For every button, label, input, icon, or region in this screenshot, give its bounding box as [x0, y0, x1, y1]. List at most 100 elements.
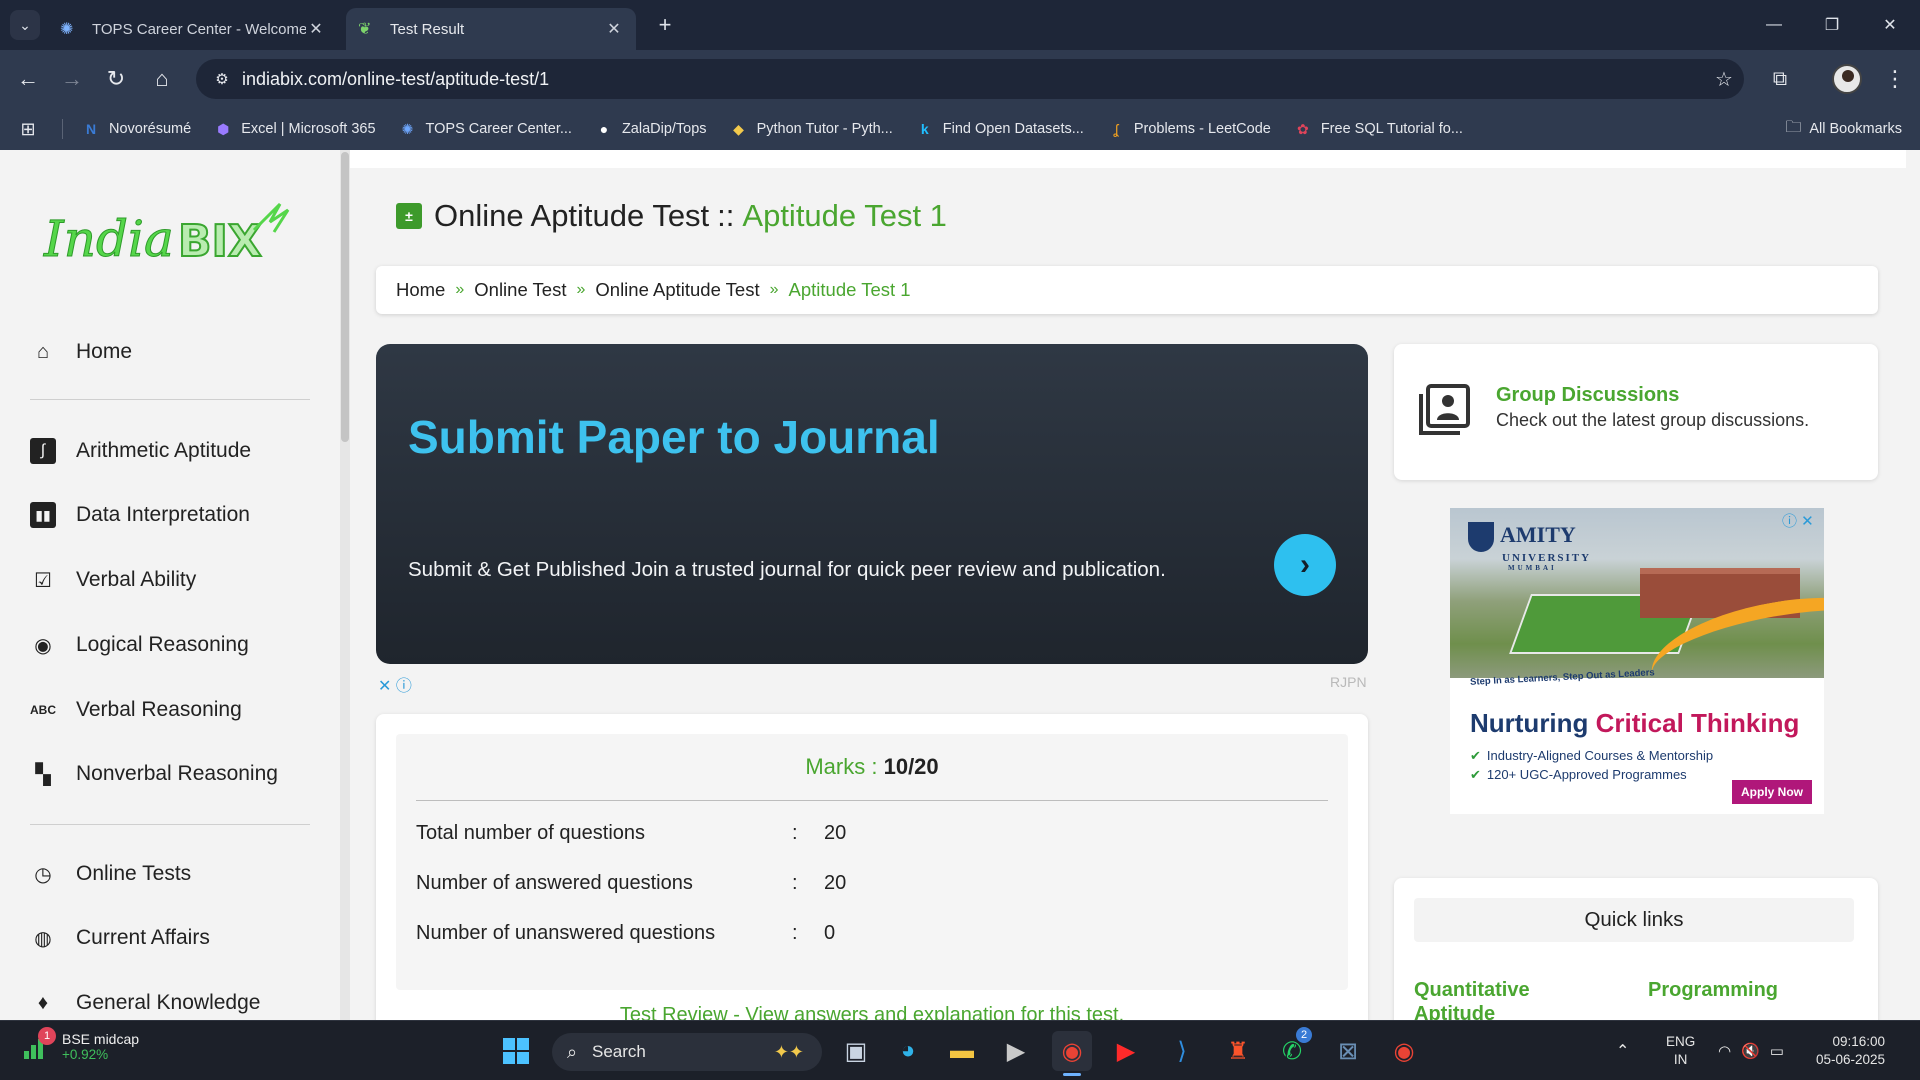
browser-menu-icon[interactable]: ⋮ [1880, 63, 1910, 95]
group-discussions-title[interactable]: Group Discussions [1496, 384, 1679, 407]
sidebar-item-home[interactable]: ⌂ Home [30, 332, 132, 372]
profile-avatar[interactable] [1832, 64, 1862, 94]
clock[interactable]: 09:16:00 05-06-2025 [1816, 1021, 1885, 1080]
youtube-icon[interactable]: ▶ [1106, 1031, 1146, 1071]
language-indicator[interactable]: ENG IN [1666, 1021, 1695, 1080]
sidebar-item-online-tests[interactable]: ◷ Online Tests [30, 854, 191, 894]
tab-tops-career-center[interactable]: ✺ TOPS Career Center - Welcome ✕ [48, 8, 338, 50]
chrome-profile-icon[interactable]: ◉ [1384, 1031, 1424, 1071]
bookmark-python-tutor[interactable]: ◆ Python Tutor - Pyth... [729, 119, 893, 139]
chevron-right-icon[interactable]: › [1274, 534, 1336, 596]
bookmark-tops[interactable]: ✺ TOPS Career Center... [398, 119, 572, 139]
media-player-icon[interactable]: ▶ [996, 1031, 1036, 1071]
vscode-icon[interactable]: ⟩ [1162, 1031, 1202, 1071]
test-review-link[interactable]: Test Review - View answers and explanati… [376, 1004, 1368, 1020]
tops-gear-icon: ✺ [60, 21, 74, 38]
bookmark-novoresume[interactable]: N Novorésumé [81, 119, 191, 139]
breadcrumb: Home » Online Test » Online Aptitude Tes… [376, 266, 1878, 314]
calculator-icon: ± [396, 203, 422, 229]
tab-test-result[interactable]: ❦ Test Result ✕ [346, 8, 636, 50]
ad-text: Submit & Get Published Join a trusted jo… [408, 558, 1166, 581]
whatsapp-icon[interactable]: ✆ 2 [1272, 1027, 1312, 1071]
brave-icon[interactable]: ♜ [1218, 1031, 1258, 1071]
svg-text:India: India [43, 210, 174, 268]
all-bookmarks-button[interactable]: 🗀 All Bookmarks [1785, 108, 1902, 150]
sidebar-item-arithmetic-aptitude[interactable]: ∫ Arithmetic Aptitude [30, 431, 251, 471]
indiabix-logo[interactable]: India BIX [42, 200, 292, 275]
bookmark-excel[interactable]: ⬢ Excel | Microsoft 365 [213, 119, 375, 139]
amity-ad[interactable]: AMITY UNIVERSITY MUMBAI Step In as Learn… [1450, 508, 1824, 814]
home-button[interactable]: ⌂ [146, 63, 178, 95]
ad-info-close-icon[interactable]: ⓘ ✕ [1782, 510, 1814, 531]
ad-close-info-icon[interactable]: ✕ ⓘ [378, 672, 412, 696]
extensions-icon[interactable]: ⧉ [1764, 63, 1796, 95]
forward-button[interactable]: → [56, 63, 88, 95]
app-window-icon[interactable]: ⊠ [1328, 1031, 1368, 1071]
windows-start-icon[interactable] [496, 1031, 536, 1071]
bookmark-star-icon[interactable]: ☆ [1704, 67, 1744, 92]
check-icon: ✔ [1470, 748, 1481, 763]
bookmarks-bar: ⊞ N Novorésumé ⬢ Excel | Microsoft 365 ✺ TO… [0, 108, 1920, 150]
result-row-label: Number of answered questions [416, 871, 693, 894]
battery-icon: ▭ [1769, 1043, 1784, 1060]
breadcrumb-online-aptitude-test[interactable]: Online Aptitude Test [595, 279, 759, 301]
sidebar-item-logical-reasoning[interactable]: ◉ Logical Reasoning [30, 625, 249, 665]
apps-grid-icon[interactable]: ⊞ [18, 119, 46, 139]
bookmark-sql-tutorial[interactable]: ✿ Free SQL Tutorial fo... [1293, 119, 1463, 139]
sidebar-item-label: Data Interpretation [76, 503, 250, 526]
url-text[interactable]: indiabix.com/online-test/aptitude-test/1 [242, 69, 1704, 90]
bookmark-github[interactable]: ● ZalaDip/Tops [594, 119, 707, 139]
system-tray-icons[interactable]: ◠ 🔇 ▭ [1718, 1021, 1784, 1080]
breadcrumb-online-test[interactable]: Online Test [474, 279, 566, 301]
sidebar-item-data-interpretation[interactable]: ▮▮ Data Interpretation [30, 495, 250, 535]
bookmark-label: Problems - LeetCode [1133, 121, 1271, 137]
page-title-highlight: Aptitude Test 1 [742, 198, 947, 233]
close-tab-icon[interactable]: ✕ [306, 19, 326, 39]
sidebar-item-current-affairs[interactable]: ◍ Current Affairs [30, 918, 210, 958]
close-tab-icon[interactable]: ✕ [604, 19, 624, 39]
quick-link-quantitative-aptitude[interactable]: Quantitative Aptitude [1414, 978, 1594, 1020]
all-bookmarks-label: All Bookmarks [1809, 121, 1902, 137]
close-window-button[interactable]: ✕ [1862, 0, 1918, 50]
sidebar-scroll-thumb[interactable] [341, 152, 349, 442]
chrome-icon[interactable]: ◉ [1052, 1031, 1092, 1071]
lang-code: ENG [1666, 1034, 1696, 1049]
bookmark-kaggle[interactable]: k Find Open Datasets... [915, 119, 1084, 139]
restore-button[interactable]: ❐ [1804, 0, 1860, 50]
ad-title[interactable]: Submit Paper to Journal [408, 410, 940, 464]
group-discussions-card[interactable]: Group Discussions Check out the latest g… [1394, 344, 1878, 480]
sidebar-item-verbal-ability[interactable]: ☑ Verbal Ability [30, 560, 196, 600]
page-title-main: Online Aptitude Test [434, 198, 710, 233]
sidebar-item-verbal-reasoning[interactable]: ABC Verbal Reasoning [30, 690, 242, 730]
amity-logo: AMITY UNIVERSITY MUMBAI [1468, 522, 1591, 572]
tray-overflow-icon[interactable]: ⌃ [1616, 1021, 1629, 1080]
breadcrumb-home[interactable]: Home [396, 279, 445, 301]
marks-value: 10/20 [883, 754, 939, 779]
amity-crest-icon [1468, 522, 1494, 552]
sidebar-scrollbar[interactable] [340, 150, 350, 1020]
reload-button[interactable]: ↻ [100, 63, 132, 95]
bookmark-leetcode[interactable]: ʆ Problems - LeetCode [1106, 119, 1271, 139]
result-summary: Marks : 10/20 Total number of questions … [396, 734, 1348, 990]
file-explorer-icon[interactable]: ▬ [942, 1031, 982, 1071]
sidebar-item-nonverbal-reasoning[interactable]: ▚ Nonverbal Reasoning [30, 754, 278, 794]
sidebar-divider [30, 824, 310, 825]
site-info-icon[interactable]: ⚙ [202, 70, 242, 88]
minimize-button[interactable]: — [1746, 0, 1802, 50]
journal-ad-banner[interactable]: Submit Paper to Journal Submit & Get Pub… [376, 344, 1368, 664]
sidebar-item-label: Verbal Ability [76, 568, 197, 591]
taskbar-search[interactable]: ⌕ Search ✦✦ [552, 1033, 822, 1071]
bookmark-label: ZalaDip/Tops [621, 121, 707, 137]
edge-icon[interactable]: ◕ [888, 1031, 928, 1071]
stock-widget[interactable]: 1 BSE midcap +0.92% [22, 1026, 139, 1062]
test-result-card: Marks : 10/20 Total number of questions … [376, 714, 1368, 1020]
sidebar-item-general-knowledge[interactable]: ♦ General Knowledge [30, 983, 261, 1020]
back-button[interactable]: ← [12, 63, 44, 95]
new-tab-button[interactable]: + [650, 10, 680, 40]
task-view-icon[interactable]: ▣ [836, 1031, 876, 1071]
tab-search-button[interactable]: ⌄ [10, 10, 40, 40]
quick-link-programming[interactable]: Programming [1648, 978, 1778, 1002]
active-app-indicator [1063, 1073, 1081, 1076]
address-bar[interactable]: ⚙ indiabix.com/online-test/aptitude-test… [196, 59, 1744, 99]
apply-now-button[interactable]: Apply Now [1732, 780, 1812, 804]
